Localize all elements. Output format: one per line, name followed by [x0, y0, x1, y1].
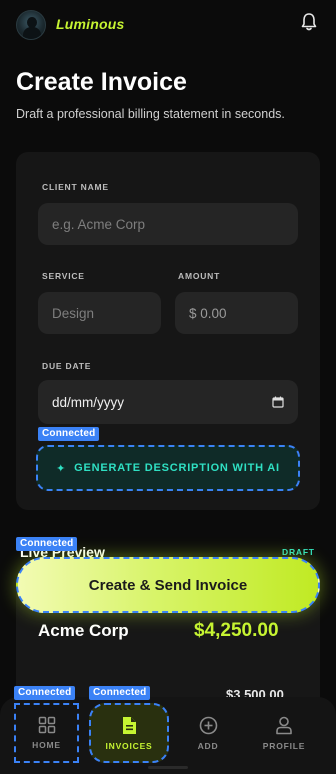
- home-indicator: [148, 766, 188, 769]
- person-icon: [276, 716, 292, 734]
- nav-label-add: ADD: [197, 740, 219, 751]
- generate-button-label: GENERATE DESCRIPTION WITH AI: [74, 462, 280, 474]
- preview-total-amount: $4,250.00: [194, 620, 279, 641]
- nav-item-profile[interactable]: PROFILE: [254, 705, 314, 761]
- amount-input[interactable]: $ 0.00: [175, 292, 298, 334]
- page-title: Create Invoice: [16, 68, 187, 96]
- page-subtitle: Draft a professional billing statement i…: [16, 107, 285, 121]
- connected-tag: Connected: [14, 686, 76, 700]
- generate-description-button[interactable]: ✦ GENERATE DESCRIPTION WITH AI: [36, 445, 300, 491]
- connected-tag: Connected: [38, 427, 100, 441]
- due-date-label: DUE DATE: [42, 361, 92, 371]
- service-input[interactable]: Design: [38, 292, 161, 334]
- amount-label: AMOUNT: [178, 271, 221, 281]
- nav-label-home: HOME: [32, 740, 61, 750]
- connected-tag: Connected: [89, 686, 151, 700]
- grid-icon: [38, 716, 55, 734]
- brand-name: Luminous: [56, 16, 125, 32]
- user-avatar[interactable]: [16, 10, 46, 40]
- bell-icon[interactable]: [300, 12, 318, 32]
- connected-tag: Connected: [16, 537, 78, 551]
- client-name-input[interactable]: e.g. Acme Corp: [38, 203, 298, 245]
- document-icon: [123, 716, 136, 734]
- nav-item-invoices[interactable]: INVOICES: [89, 703, 169, 763]
- create-send-invoice-button[interactable]: Create & Send Invoice: [16, 557, 320, 613]
- nav-item-home[interactable]: HOME: [14, 703, 79, 763]
- nav-label-invoices: INVOICES: [105, 740, 153, 751]
- due-date-input[interactable]: dd/mm/yyyy: [38, 380, 298, 424]
- nav-item-add[interactable]: ADD: [180, 705, 236, 761]
- app-header: [0, 0, 336, 50]
- nav-label-profile: PROFILE: [262, 740, 306, 751]
- service-label: SERVICE: [42, 271, 85, 281]
- invoice-form-card: CLIENT NAME e.g. Acme Corp SERVICE Desig…: [16, 152, 320, 510]
- due-date-value: dd/mm/yyyy: [52, 394, 125, 410]
- plus-circle-icon: [199, 716, 217, 734]
- draft-status-badge: DRAFT: [282, 547, 315, 557]
- preview-client-name: Acme Corp: [38, 621, 129, 640]
- sparkle-icon: ✦: [56, 462, 67, 475]
- client-name-label: CLIENT NAME: [42, 182, 109, 192]
- calendar-icon[interactable]: [272, 396, 284, 408]
